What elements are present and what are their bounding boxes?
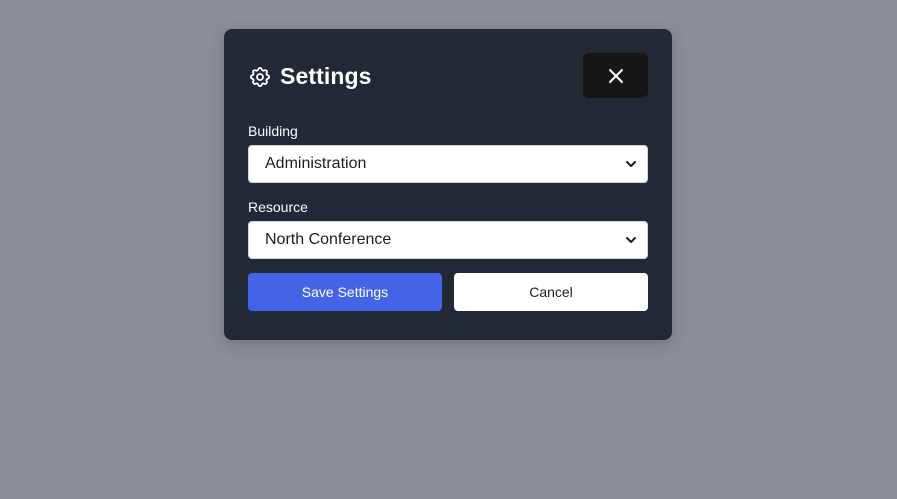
cancel-button[interactable]: Cancel bbox=[454, 273, 648, 311]
gear-icon bbox=[248, 65, 272, 89]
resource-label: Resource bbox=[248, 199, 308, 215]
resource-field: Resource North Conference bbox=[248, 199, 648, 259]
building-label: Building bbox=[248, 123, 298, 139]
dialog-header: Settings bbox=[248, 53, 648, 98]
chevron-down-icon bbox=[625, 234, 637, 246]
building-select-value: Administration bbox=[265, 155, 367, 172]
chevron-down-icon bbox=[625, 158, 637, 170]
dialog-actions: Save Settings Cancel bbox=[248, 273, 648, 311]
resource-select-value: North Conference bbox=[265, 231, 392, 248]
resource-select[interactable]: North Conference bbox=[248, 221, 648, 259]
dialog-title: Settings bbox=[280, 63, 372, 89]
settings-dialog: Settings Building Administration Resourc… bbox=[224, 29, 672, 340]
close-button[interactable] bbox=[583, 53, 648, 98]
close-icon bbox=[608, 68, 624, 84]
save-settings-button[interactable]: Save Settings bbox=[248, 273, 442, 311]
building-select[interactable]: Administration bbox=[248, 145, 648, 183]
title-group: Settings bbox=[248, 61, 372, 90]
building-field: Building Administration bbox=[248, 123, 648, 183]
